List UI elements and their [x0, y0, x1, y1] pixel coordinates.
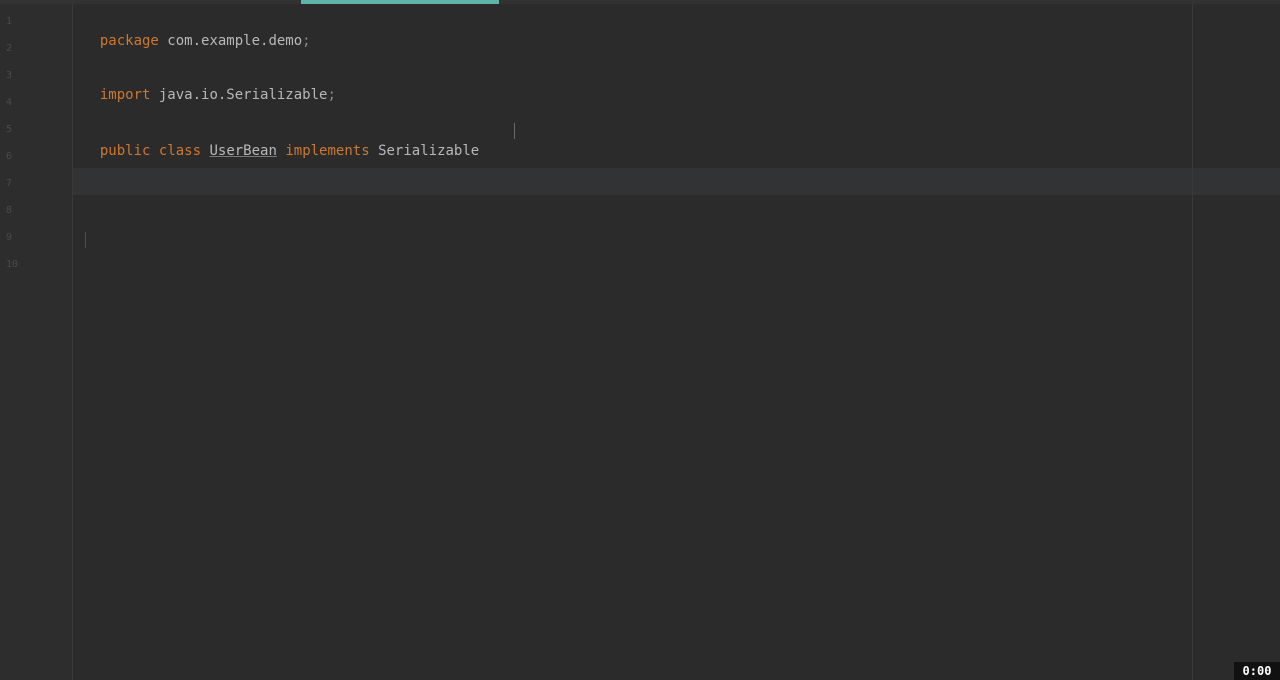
semicolon: ; — [302, 33, 311, 49]
package-name: com.example.demo — [158, 33, 303, 49]
line-number: 5 — [6, 124, 13, 135]
class-name[interactable]: UserBean — [209, 143, 276, 159]
code-editor[interactable] — [73, 4, 1192, 680]
semicolon: ; — [327, 87, 336, 103]
line-number: 7 — [6, 178, 13, 189]
interface-name: Serializable — [378, 143, 480, 159]
line-number: 6 — [6, 151, 13, 162]
keyword-public: public — [99, 143, 151, 159]
code-line-package[interactable]: package com.example.demo; — [83, 11, 311, 51]
line-number: 8 — [6, 205, 13, 216]
keyword-import: import — [99, 87, 151, 103]
line-number: 10 — [6, 259, 19, 270]
right-margin-guide — [1192, 4, 1193, 680]
keyword-class: class — [158, 143, 202, 159]
line-number: 4 — [6, 97, 13, 108]
text-caret — [514, 123, 515, 139]
line-number: 9 — [6, 232, 13, 243]
video-timer: 0:00 — [1234, 662, 1280, 680]
line-number: 2 — [6, 43, 13, 54]
keyword-implements: implements — [285, 143, 370, 159]
indent-guide-marker — [85, 232, 86, 248]
line-number: 1 — [6, 16, 13, 27]
import-path: java.io.Serializable — [150, 87, 328, 103]
line-number-gutter: 1 2 3 4 5 6 7 8 9 10 — [0, 4, 72, 680]
code-line-class-declaration[interactable]: public class UserBean implements Seriali… — [83, 121, 479, 161]
line-number: 3 — [6, 70, 13, 81]
code-line-import[interactable]: import java.io.Serializable; — [83, 65, 336, 105]
keyword-package: package — [99, 33, 159, 49]
